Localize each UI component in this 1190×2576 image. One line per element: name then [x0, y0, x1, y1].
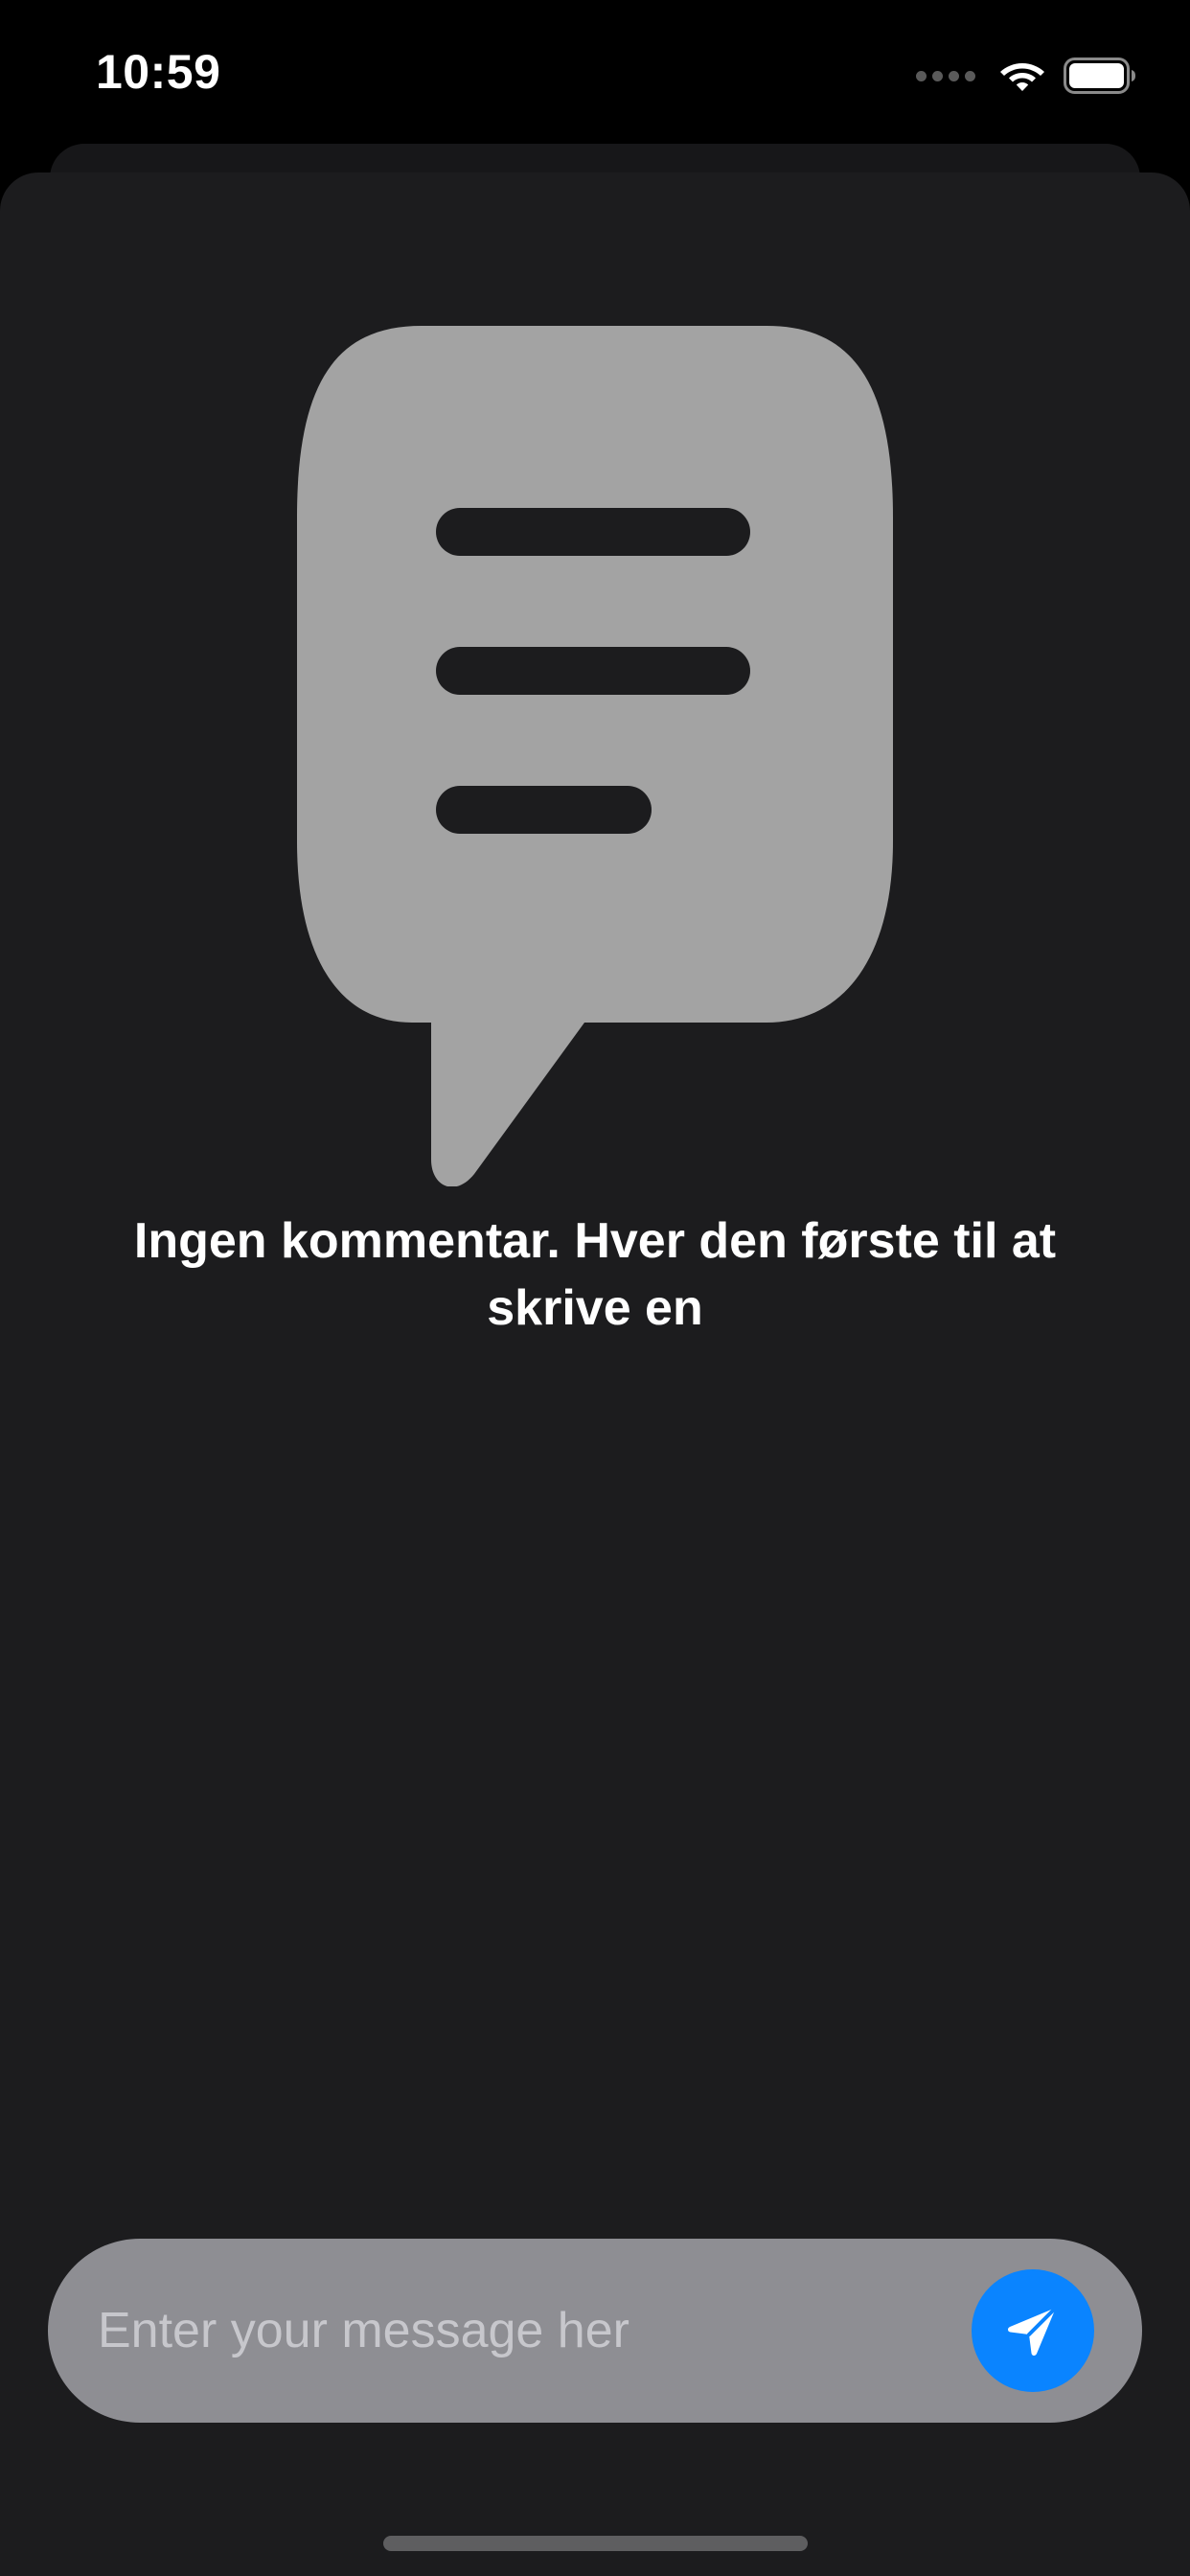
paper-plane-icon [1007, 2306, 1058, 2357]
message-bubble-icon [297, 326, 893, 1186]
status-bar: 10:59 [0, 0, 1190, 144]
cellular-signal-icon [916, 70, 975, 81]
comments-screen: 10:59 Ingen kommentar. Hver den første t… [0, 0, 1190, 2576]
empty-state-message: Ingen kommentar. Hver den første til at … [133, 1213, 1057, 1336]
comments-sheet: Ingen kommentar. Hver den første til at … [0, 172, 1190, 2576]
send-button[interactable] [972, 2269, 1094, 2392]
status-time: 10:59 [96, 45, 221, 99]
wifi-icon [1000, 63, 1044, 91]
message-input[interactable] [98, 2239, 960, 2423]
battery-icon [1064, 58, 1135, 94]
message-composer [48, 2239, 1142, 2423]
home-indicator[interactable] [383, 2536, 808, 2551]
status-indicators [916, 52, 1136, 100]
